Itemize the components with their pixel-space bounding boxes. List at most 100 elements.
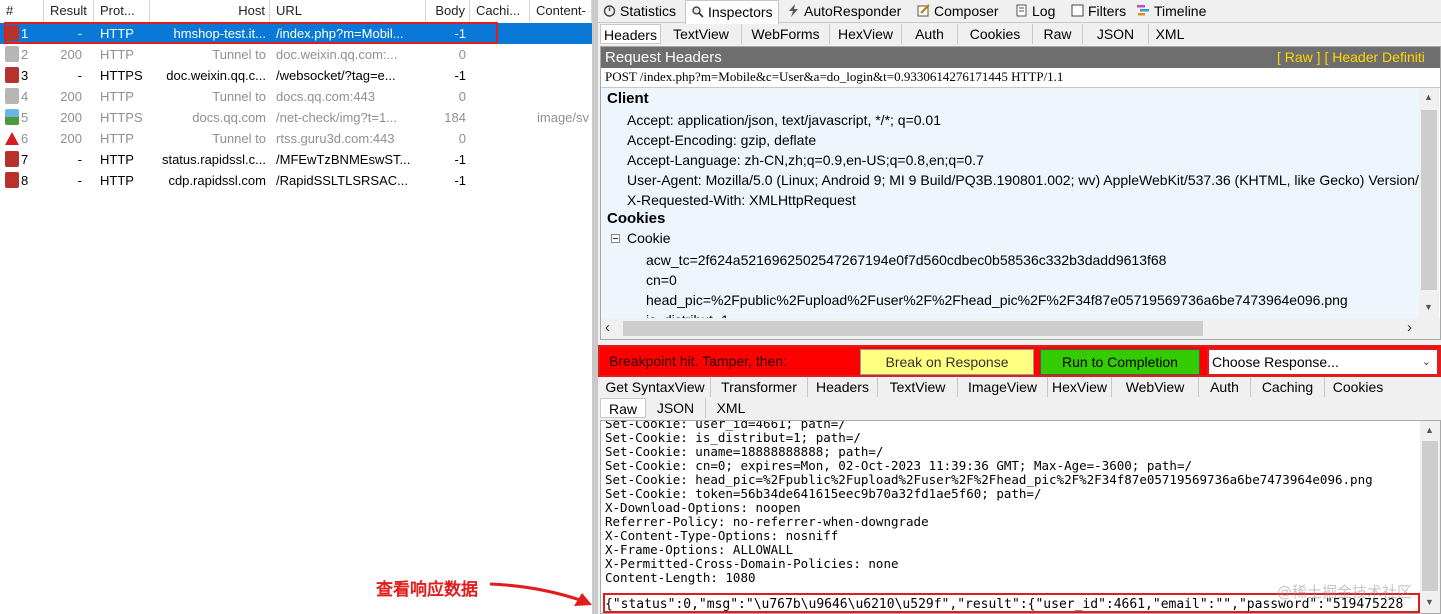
session-result: 200 (60, 131, 82, 146)
main-tab-strip: Statistics Inspectors AutoResponder Comp… (598, 0, 1441, 24)
session-row[interactable]: 8 - HTTP cdp.rapidssl.com/RapidSSLTLSRSAC..… (0, 170, 592, 191)
column-header-content-type[interactable]: Content- (530, 0, 592, 22)
response-tab-imageview[interactable]: ImageView (958, 377, 1048, 397)
column-header-body[interactable]: Body (426, 0, 470, 22)
request-tab-textview[interactable]: TextView (661, 24, 742, 44)
session-body: -1 (454, 173, 466, 188)
response-header-line: Set-Cookie: cn=0; expires=Mon, 02-Oct-20… (605, 458, 1192, 473)
session-host: docs.qq.com (192, 110, 266, 125)
response-vertical-scrollbar[interactable]: ▲ ▼ (1420, 421, 1440, 613)
request-tab-hexview[interactable]: HexView (830, 24, 902, 44)
header-links[interactable]: [ Raw ] [ Header Definiti (1277, 47, 1425, 68)
request-horizontal-scrollbar[interactable]: ‹ › (601, 318, 1440, 339)
session-protocol: HTTPS (100, 68, 143, 83)
request-tab-raw[interactable]: Raw (1033, 24, 1083, 44)
session-url: doc.weixin.qq.com:... (276, 47, 398, 62)
cookie-node[interactable]: Cookie (627, 230, 671, 246)
tab-composer[interactable]: Composer (912, 0, 1004, 22)
tab-statistics-label: Statistics (620, 3, 677, 19)
choose-response-select[interactable]: Choose Response... ⌄ (1207, 348, 1439, 376)
tab-statistics[interactable]: Statistics (598, 0, 681, 22)
request-tab-headers[interactable]: Headers (600, 24, 661, 44)
request-headers-title: Request Headers (605, 49, 722, 66)
tab-inspectors-label: Inspectors (708, 4, 773, 20)
request-tab-cookies[interactable]: Cookies (958, 24, 1033, 44)
tab-autoresponder[interactable]: AutoResponder (782, 0, 906, 22)
session-row[interactable]: 1 - HTTP hmshop-test.it... /index.php?m=Mobi… (0, 23, 592, 44)
session-protocol: HTTP (100, 131, 134, 146)
response-raw-view[interactable]: Set-Cookie: user_id=4661; path=/Set-Cook… (600, 420, 1441, 614)
request-tab-xml[interactable]: XML (1149, 24, 1191, 44)
session-result: - (77, 173, 82, 188)
session-host: hmshop-test.it... (173, 26, 266, 41)
request-line: POST /index.php?m=Mobile&c=User&a=do_log… (605, 69, 1064, 84)
response-subtab-json[interactable]: JSON (646, 398, 706, 418)
response-header-line: Referrer-Policy: no-referrer-when-downgr… (605, 514, 929, 529)
run-to-completion-button[interactable]: Run to Completion (1040, 349, 1200, 375)
tab-timeline-label: Timeline (1154, 3, 1207, 19)
response-tab-cookies[interactable]: Cookies (1325, 377, 1391, 397)
column-header-result[interactable]: Result (44, 0, 94, 22)
scroll-up-icon[interactable]: ▲ (1424, 92, 1433, 102)
response-header-line: Set-Cookie: uname=18888888888; path=/ (605, 444, 884, 459)
break-on-response-button[interactable]: Break on Response (860, 349, 1034, 375)
response-tab-headers[interactable]: Headers (808, 377, 878, 397)
response-tab-caching[interactable]: Caching (1251, 377, 1325, 397)
response-subtab-strip: Raw JSON XML (598, 398, 1441, 418)
column-header-url[interactable]: URL (270, 0, 426, 22)
response-subtab-xml[interactable]: XML (706, 398, 756, 418)
request-vertical-scrollbar[interactable]: ▲ ▼ (1419, 88, 1439, 318)
response-tab-transformer[interactable]: Transformer (711, 377, 808, 397)
response-tab-auth[interactable]: Auth (1199, 377, 1251, 397)
session-protocol: HTTPS (100, 110, 143, 125)
scrollbar-thumb[interactable] (1421, 110, 1437, 290)
scroll-right-icon[interactable]: › (1407, 319, 1412, 336)
lock-icon (5, 46, 19, 62)
response-tab-hexview[interactable]: HexView (1048, 377, 1112, 397)
session-number: 1 (21, 26, 29, 41)
header-user-agent: User-Agent: Mozilla/5.0 (Linux; Android … (627, 172, 1439, 188)
column-header-protocol[interactable]: Prot... (94, 0, 150, 22)
session-row[interactable]: 4 200 HTTP Tunnel to docs.qq.com:443 0 (0, 86, 592, 107)
tab-log[interactable]: Log (1010, 0, 1060, 22)
response-tab-syntaxview[interactable]: Get SyntaxView (600, 377, 711, 397)
request-headers-view: Request Headers [ Raw ] [ Header Definit… (600, 46, 1441, 340)
client-headers-list: Accept: application/json, text/javascrip… (627, 110, 1438, 210)
response-scroll-down-icon[interactable]: ▼ (1425, 597, 1434, 607)
column-header-caching[interactable]: Cachi... (470, 0, 530, 22)
session-number: 7 (21, 152, 29, 167)
request-tab-webforms[interactable]: WebForms (742, 24, 830, 44)
tab-filters[interactable]: Filters (1066, 0, 1131, 22)
collapse-icon[interactable] (611, 234, 620, 243)
column-header-number[interactable]: # (0, 0, 44, 22)
response-scroll-up-icon[interactable]: ▲ (1425, 425, 1434, 435)
response-header-line: Set-Cookie: is_distribut=1; path=/ (605, 430, 861, 445)
response-scrollbar-thumb[interactable] (1422, 441, 1438, 591)
response-tab-textview[interactable]: TextView (878, 377, 958, 397)
session-result: - (77, 26, 82, 41)
session-row[interactable]: 5 200 HTTPS docs.qq.com/net-check/img?t=1..… (0, 107, 592, 128)
inspect-icon (692, 6, 704, 18)
session-row[interactable]: 3 - HTTPS doc.weixin.qq.c... /websocket/?tag… (0, 65, 592, 86)
tab-filters-label: Filters (1088, 3, 1127, 19)
scroll-left-icon[interactable]: ‹ (605, 319, 610, 336)
session-row[interactable]: 2 200 HTTP Tunnel to doc.weixin.qq.com:... 0 (0, 44, 592, 65)
scroll-down-icon[interactable]: ▼ (1424, 302, 1433, 312)
request-tab-json[interactable]: JSON (1083, 24, 1149, 44)
request-tab-auth[interactable]: Auth (902, 24, 958, 44)
response-subtab-raw[interactable]: Raw (600, 398, 646, 418)
session-body: -1 (454, 68, 466, 83)
response-tab-webview[interactable]: WebView (1112, 377, 1199, 397)
horizontal-scrollbar-thumb[interactable] (623, 321, 1203, 336)
group-client: Client (607, 90, 649, 107)
tab-inspectors[interactable]: Inspectors (685, 0, 779, 24)
image-icon (5, 109, 19, 125)
cookie-head-pic: head_pic=%2Fpublic%2Fupload%2Fuser%2F%2F… (646, 292, 1348, 308)
session-result: 200 (60, 47, 82, 62)
session-row[interactable]: 7 - HTTP status.rapidssl.c... /MFEwTzBNMEswS… (0, 149, 592, 170)
session-host: Tunnel to (212, 89, 266, 104)
session-row[interactable]: 6 200 HTTP Tunnel to rtss.guru3d.com:443 0 (0, 128, 592, 149)
tab-timeline[interactable]: Timeline (1132, 0, 1211, 22)
session-url: /index.php?m=Mobil... (276, 26, 404, 41)
column-header-host[interactable]: Host (150, 0, 270, 22)
